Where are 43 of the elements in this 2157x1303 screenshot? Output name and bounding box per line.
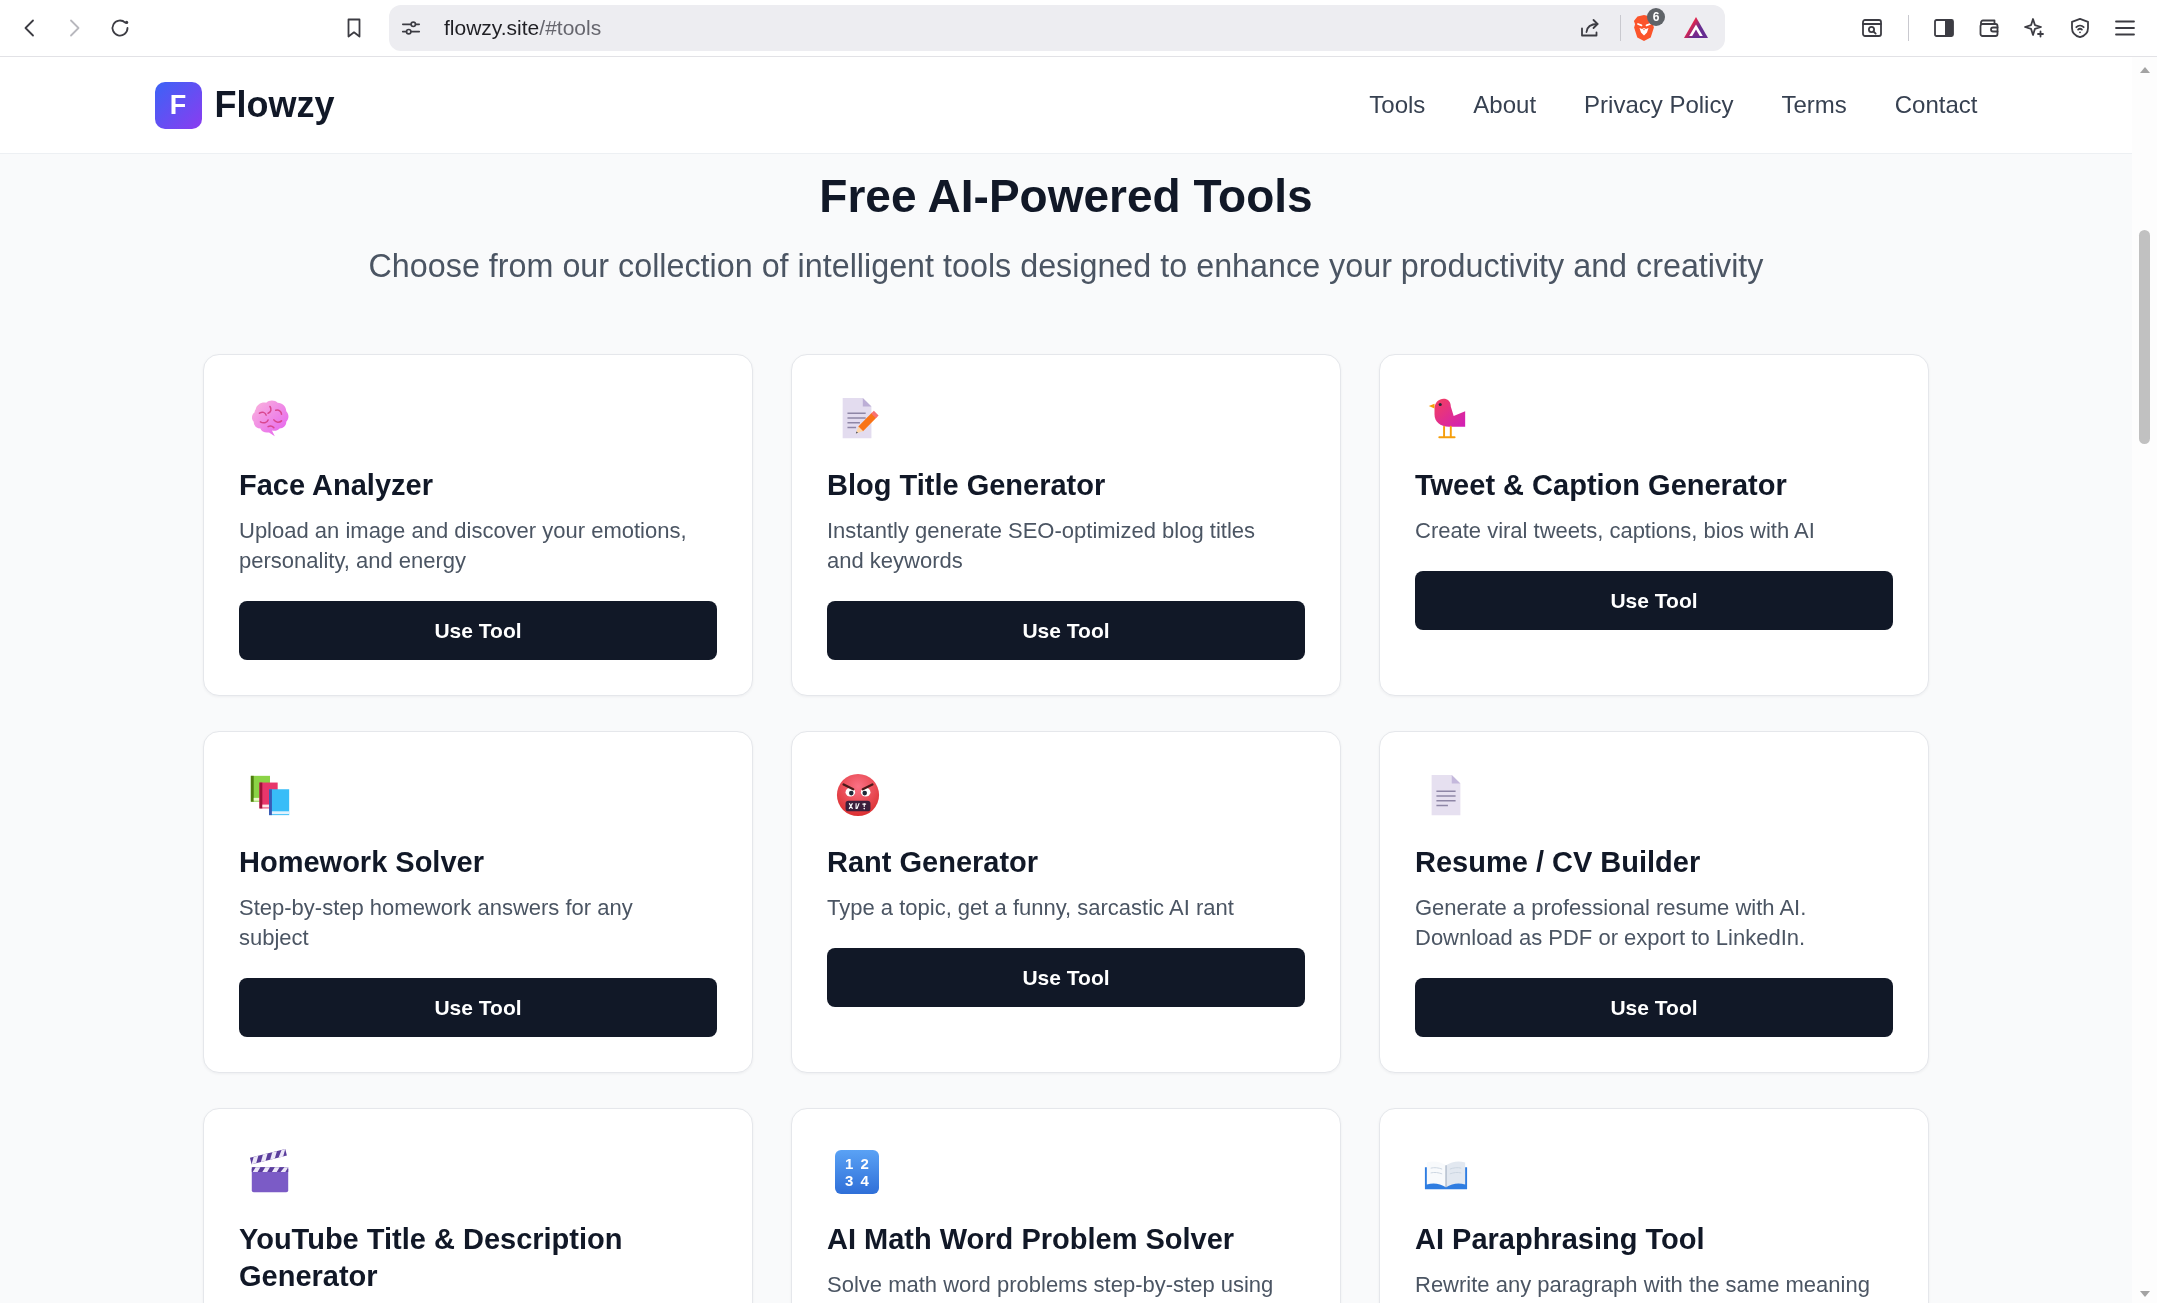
- card-title: Resume / CV Builder: [1415, 845, 1701, 880]
- scrollbar-thumb[interactable]: [2139, 230, 2150, 444]
- brand-name[interactable]: Flowzy: [214, 84, 335, 126]
- use-tool-button[interactable]: Use Tool: [239, 978, 717, 1037]
- logo-mark[interactable]: F: [154, 81, 202, 129]
- url-text: flowzy.site/#tools: [444, 16, 603, 40]
- card-description: Create viral tweets, captions, bios with AI: [1415, 517, 1815, 545]
- address-bar[interactable]: flowzy.site/#tools 6: [389, 5, 1725, 51]
- use-tool-button[interactable]: Use Tool: [827, 601, 1305, 660]
- page-subtitle: Choose from our collection of intelligent tools designed to enhance your productivity and creativity: [368, 247, 1764, 286]
- card-title: AI Math Word Problem Solver: [827, 1222, 1235, 1257]
- count-badge: 6: [1647, 8, 1665, 26]
- card-title: Homework Solver: [239, 845, 484, 880]
- nav-link[interactable]: Contact: [1894, 91, 1978, 119]
- card-description: Upload an image and discover your emotions, personality, and energy: [239, 517, 688, 575]
- shield-icon[interactable]: [2068, 16, 2092, 40]
- nav-link[interactable]: Privacy Policy: [1584, 91, 1734, 119]
- card-description: Instantly generate SEO-optimized blog titles and keywords: [827, 517, 1256, 575]
- sparkle-icon[interactable]: [2022, 16, 2046, 40]
- sidebar-icon[interactable]: [1932, 16, 1956, 40]
- nav-link[interactable]: Tools: [1369, 91, 1426, 119]
- nav-link[interactable]: About: [1473, 91, 1537, 119]
- card-description: Solve math word problems step-by-step using: [827, 1271, 1274, 1299]
- angry-face-icon: [835, 772, 881, 818]
- use-tool-button[interactable]: Use Tool: [1415, 978, 1893, 1037]
- card-title: Blog Title Generator: [827, 468, 1106, 503]
- use-tool-button[interactable]: Use Tool: [827, 948, 1305, 1007]
- triangle-icon[interactable]: [1683, 16, 1709, 40]
- card-title: AI Paraphrasing Tool: [1415, 1222, 1705, 1257]
- card-description: Generate a professional resume with AI. Download as PDF or export to LinkedIn.: [1415, 894, 1808, 952]
- card-title: Tweet & Caption Generator: [1415, 468, 1787, 503]
- card-description: Type a topic, get a funny, sarcastic AI rant: [827, 894, 1234, 922]
- use-tool-button[interactable]: Use Tool: [1415, 571, 1893, 630]
- card-description: Step-by-step homework answers for any subject: [239, 894, 634, 952]
- card-title: Rant Generator: [827, 845, 1039, 880]
- window-search-icon[interactable]: [1860, 16, 1884, 40]
- card-title: Face Analyzer: [239, 468, 433, 503]
- use-tool-button[interactable]: Use Tool: [239, 601, 717, 660]
- card-title: YouTube Title & Description Generator: [239, 1222, 624, 1294]
- page-title: Free AI-Powered Tools: [819, 169, 1313, 224]
- card-description: Rewrite any paragraph with the same meaning: [1415, 1271, 1870, 1299]
- number-keycap: 1 2 3 4: [835, 1150, 879, 1194]
- nav-link[interactable]: Terms: [1781, 91, 1847, 119]
